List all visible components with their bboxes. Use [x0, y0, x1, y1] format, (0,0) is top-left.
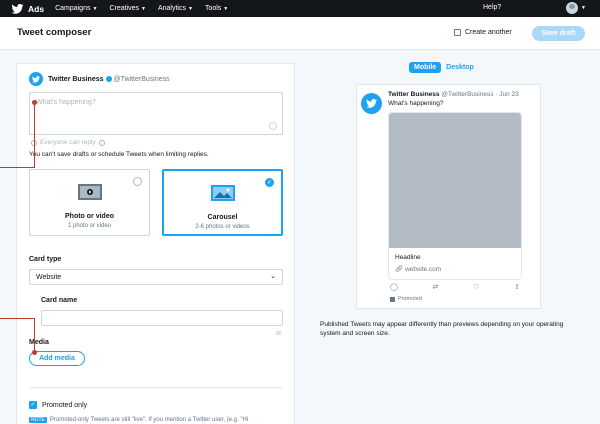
- twitter-bird-icon: [366, 99, 377, 108]
- checkmark-icon: ✓: [265, 178, 274, 187]
- video-icon: [77, 184, 102, 200]
- brand[interactable]: Ads: [11, 3, 45, 14]
- card-name-counter: 80: [276, 331, 282, 337]
- top-nav: Ads Campaigns ▼ Creatives ▼ Analytics ▼ Too…: [0, 0, 600, 17]
- annotation-dot: [32, 100, 37, 105]
- annotation-line: [34, 318, 35, 352]
- account-row: Twitter Business @TwitterBusiness: [29, 72, 170, 86]
- preview-headline: Headline: [395, 254, 421, 261]
- preview-author: Twitter Business @TwitterBusiness · Jun …: [388, 91, 519, 98]
- add-media-button[interactable]: Add media: [29, 351, 85, 366]
- note-badge: NOTE: [29, 417, 47, 423]
- radio-icon: [133, 177, 142, 186]
- tab-mobile[interactable]: Mobile: [409, 62, 442, 73]
- preview-actions: ◯ ⇄ ♡ ⇧: [390, 283, 520, 291]
- preview-text: What's happening?: [388, 100, 444, 107]
- user-avatar[interactable]: [566, 2, 578, 14]
- divider: [29, 387, 283, 388]
- promoted-icon: [390, 296, 395, 302]
- account-avatar: [29, 72, 43, 86]
- nav-creatives[interactable]: Creatives ▼: [109, 5, 146, 12]
- preview-avatar: [361, 93, 382, 114]
- annotation-line: [0, 167, 35, 168]
- chevron-down-icon: ▼: [141, 5, 146, 12]
- card-type-label: Card type: [29, 256, 62, 263]
- checkbox-checked-icon: ✓: [29, 401, 37, 409]
- reply-icon: ◯: [390, 284, 398, 291]
- reply-setting[interactable]: Everyone can reply i: [31, 139, 105, 146]
- chevron-down-icon: ▼: [92, 5, 98, 12]
- create-another-label: Create another: [465, 29, 512, 36]
- type-title: Carousel: [207, 214, 238, 221]
- checkbox-icon: [454, 29, 461, 36]
- nav-label: Campaigns: [55, 5, 91, 12]
- tweet-text-placeholder: What's happening?: [36, 99, 96, 106]
- nav-label: Tools: [204, 5, 222, 12]
- chevron-down-icon: ▼: [223, 5, 229, 12]
- account-handle: @TwitterBusiness: [113, 75, 170, 83]
- reply-setting-label: Everyone can reply: [40, 139, 96, 146]
- annotation-dot: [32, 350, 37, 355]
- nav-tools[interactable]: Tools ▼: [205, 5, 228, 12]
- twitter-bird-icon: [11, 3, 24, 14]
- info-icon[interactable]: i: [98, 139, 105, 146]
- preview-disclaimer: Published Tweets may appear differently …: [320, 321, 564, 337]
- reply-warning: You can't save drafts or schedule Tweets…: [29, 151, 209, 158]
- save-draft-button[interactable]: Save draft: [532, 26, 585, 41]
- carousel-icon: [210, 185, 235, 201]
- brand-label: Ads: [28, 3, 45, 14]
- tweet-preview: Twitter Business @TwitterBusiness · Jun …: [356, 84, 541, 309]
- type-title: Photo or video: [65, 213, 114, 220]
- card-name-input[interactable]: [41, 310, 283, 326]
- promoted-note: NOTE Promoted-only Tweets are still "liv…: [29, 417, 248, 423]
- tweet-text-input[interactable]: What's happening?: [29, 92, 283, 135]
- composer-panel: Twitter Business @TwitterBusiness What's…: [16, 63, 295, 424]
- page-header: Tweet composer Create another Save draft: [0, 17, 600, 50]
- account-name: Twitter Business: [48, 75, 104, 83]
- annotation-line: [34, 102, 35, 168]
- page-title: Tweet composer: [17, 27, 92, 38]
- help-link[interactable]: Help?: [483, 4, 501, 11]
- preview-promoted-label: Promoted: [398, 296, 422, 302]
- preview-tabs: Mobile Desktop: [409, 62, 479, 73]
- preview-image-placeholder: [389, 113, 521, 248]
- create-another-checkbox[interactable]: Create another: [454, 29, 512, 36]
- character-counter-icon: [269, 122, 277, 130]
- card-name-label: Card name: [41, 297, 78, 304]
- retweet-icon: ⇄: [432, 284, 439, 291]
- nav-label: Analytics: [157, 5, 186, 12]
- type-carousel[interactable]: ✓ Carousel 2-6 photos or videos: [162, 169, 283, 236]
- nav-label: Creatives: [109, 5, 140, 12]
- chevron-down-icon: ⌄: [270, 273, 276, 280]
- link-icon: 🔗︎: [395, 266, 404, 273]
- chevron-down-icon[interactable]: ▼: [581, 5, 586, 11]
- preview-handle-date: @TwitterBusiness · Jun 23: [441, 91, 519, 98]
- preview-name: Twitter Business: [388, 91, 440, 98]
- chevron-down-icon: ▼: [187, 5, 193, 12]
- like-icon: ♡: [473, 284, 480, 291]
- verified-badge-icon: [105, 76, 112, 82]
- media-label: Media: [29, 339, 49, 346]
- nav-analytics[interactable]: Analytics ▼: [158, 5, 193, 12]
- annotation-line: [0, 318, 35, 319]
- share-icon: ⇧: [514, 284, 520, 291]
- promoted-only-checkbox[interactable]: ✓ Promoted only: [29, 401, 87, 409]
- preview-promoted: Promoted: [390, 296, 422, 302]
- twitter-bird-icon: [32, 75, 40, 83]
- nav-campaigns[interactable]: Campaigns ▼: [55, 5, 97, 12]
- card-type-value: Website: [36, 274, 62, 281]
- promoted-only-label: Promoted only: [42, 401, 88, 409]
- card-type-select[interactable]: Website ⌄: [29, 269, 283, 285]
- type-photo-or-video[interactable]: Photo or video 1 photo or video: [29, 169, 150, 236]
- type-subtitle: 1 photo or video: [67, 223, 112, 229]
- preview-card: Headline 🔗︎ website.com: [388, 112, 522, 280]
- type-subtitle: 2-6 photos or videos: [195, 224, 250, 230]
- preview-url: 🔗︎ website.com: [395, 265, 441, 273]
- tab-desktop[interactable]: Desktop: [441, 62, 479, 73]
- promoted-note-text: Promoted-only Tweets are still "live". I…: [49, 417, 249, 423]
- preview-url-text: website.com: [405, 266, 442, 273]
- nav-menu: Campaigns ▼ Creatives ▼ Analytics ▼ Tools ▼: [55, 5, 240, 12]
